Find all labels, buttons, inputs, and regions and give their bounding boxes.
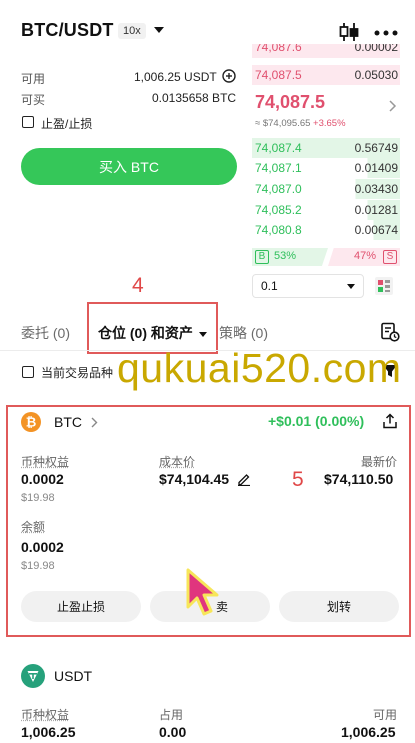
btc-cost-label: 成本价 [159,455,196,469]
btc-balance-usd: $19.98 [21,560,55,572]
ask-row[interactable]: 74,087.6 0.00002 [252,44,400,58]
transfer-button[interactable]: 划转 [279,591,399,622]
usdt-available-label: 可用 [373,708,398,722]
current-symbol-checkbox[interactable] [22,366,34,378]
bid-amount: 0.01281 [354,203,398,217]
buyable-label: 可买 [21,93,46,107]
candlestick-chart-icon[interactable] [338,21,360,43]
more-icon[interactable] [374,30,398,36]
tpsl-checkbox[interactable] [22,116,34,128]
index-price-value: ≈ $74,095.65 [255,118,311,129]
ask-amount: 0.05030 [354,68,398,82]
buy-button[interactable]: 买入 BTC [21,148,237,185]
last-price: 74,087.5 [255,92,326,112]
available-label: 可用 [21,72,46,86]
pair-title[interactable]: BTC/USDT [21,20,114,41]
annotation-step-4: 4 [132,274,144,297]
btc-balance-value: 0.0002 [21,539,64,555]
mouse-cursor-icon [184,567,224,619]
usdt-coin-name[interactable]: USDT [54,668,92,684]
btc-pnl: +$0.01 (0.00%) [268,413,365,429]
leverage-badge[interactable]: 10x [118,23,146,39]
buyable-value: 0.0135658 BTC [152,91,237,105]
orderbook-layout-icon[interactable] [374,276,394,296]
bid-price: 74,085.2 [255,203,302,217]
available-value: 1,006.25 USDT [134,70,217,84]
watermark-text: qukuai520.com [117,345,402,391]
bid-amount: 0.56749 [354,141,398,155]
usdt-coin-icon [21,664,45,688]
tab-positions-assets[interactable]: 仓位 (0) 和资产 [98,323,207,343]
tab-orders[interactable]: 委托 (0) [21,323,70,343]
tab-strategies[interactable]: 策略 (0) [219,323,268,343]
btc-coin-icon: ₿ [21,412,41,432]
usdt-equity-value: 1,006.25 [21,724,76,740]
add-circle-icon[interactable] [222,69,236,83]
depth-select-value: 0.1 [261,279,278,293]
tpsl-label: 止盈/止损 [41,117,93,131]
tpsl-button[interactable]: 止盈止损 [21,591,141,622]
depth-select[interactable]: 0.1 [252,274,364,298]
usdt-occupied-value: 0.00 [159,724,187,740]
bid-price: 74,087.0 [255,182,302,196]
ask-amount: 0.00002 [354,44,398,54]
caret-down-icon [198,331,207,337]
usdt-occupied-label: 占用 [159,708,184,722]
bid-amount: 0.03430 [354,182,398,196]
sell-ratio-value: 47% [354,250,377,262]
chevron-right-icon[interactable] [91,417,98,428]
edit-pencil-icon[interactable] [237,472,251,486]
bid-row[interactable]: 74,080.8 0.00674 [252,220,400,240]
current-symbol-label: 当前交易品种 [41,366,114,380]
index-price: ≈ $74,095.65 +3.65% [255,118,346,129]
bid-price: 74,087.4 [255,141,302,155]
sell-ratio-badge: S [383,250,397,264]
bid-amount: 0.01409 [354,161,398,175]
usdt-equity-label: 币种权益 [21,708,70,722]
bid-row[interactable]: 74,087.0 0.03430 [252,179,400,199]
ask-price: 74,087.6 [255,44,302,54]
tab-positions-label: 仓位 (0) 和资产 [98,325,193,341]
bid-price: 74,080.8 [255,223,302,237]
annotation-step-5: 5 [292,468,304,491]
svg-text:₿: ₿ [26,415,37,430]
price-change: +3.65% [313,118,346,129]
buy-sell-ratio: B 53% 47% S [252,248,400,266]
btc-coin-name[interactable]: BTC [54,414,82,430]
bid-row[interactable]: 74,087.4 0.56749 [252,138,400,158]
share-icon[interactable] [382,413,398,429]
ask-row[interactable]: 74,087.5 0.05030 [252,65,400,85]
bid-row[interactable]: 74,085.2 0.01281 [252,200,400,220]
btc-balance-label: 余额 [21,520,46,534]
bid-amount: 0.00674 [354,223,398,237]
btc-equity-value: 0.0002 [21,471,64,487]
btc-cost-value: $74,104.45 [159,471,230,487]
bid-row[interactable]: 74,087.1 0.01409 [252,158,400,178]
btc-latest-label: 最新价 [361,455,398,469]
buy-ratio-badge: B [255,250,269,264]
buy-ratio-value: 53% [274,250,297,262]
btc-equity-usd: $19.98 [21,492,55,504]
btc-equity-label: 币种权益 [21,455,70,469]
order-history-icon[interactable] [380,322,400,342]
chevron-right-icon[interactable] [389,100,397,112]
chevron-down-icon [347,284,355,289]
btc-latest-value: $74,110.50 [324,471,394,487]
ask-price: 74,087.5 [255,68,302,82]
chevron-down-icon[interactable] [154,27,164,33]
usdt-available-value: 1,006.25 [341,724,396,740]
bid-price: 74,087.1 [255,161,302,175]
